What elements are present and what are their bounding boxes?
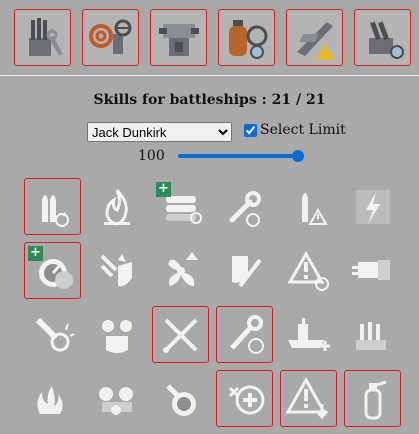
category-aa-button[interactable] xyxy=(14,9,71,66)
skill-turrets-shield-button[interactable] xyxy=(88,306,145,363)
category-damage-control-button[interactable] xyxy=(82,9,139,66)
skill-wrench-gauge-button[interactable] xyxy=(216,306,273,363)
page-title: Skills for battleships : 21 / 21 xyxy=(93,92,326,108)
skill-lightning-button[interactable] xyxy=(344,178,401,235)
skill-shell-warning-button[interactable] xyxy=(280,178,337,235)
plus-badge-icon: + xyxy=(156,182,171,197)
select-limit-checkbox[interactable] xyxy=(244,123,257,137)
skill-guns-turret-button[interactable] xyxy=(344,306,401,363)
divider xyxy=(0,75,419,76)
skill-torpedo-tubes-button[interactable]: + xyxy=(152,178,209,235)
select-limit-label: Select Limit xyxy=(260,122,346,138)
skill-warning-crosshair-button[interactable] xyxy=(280,242,337,299)
tank-gauge-icon xyxy=(228,19,267,59)
commander-select[interactable]: Jack Dunkirk xyxy=(87,122,232,142)
shell-explosion-icon xyxy=(35,317,74,351)
turret-crosshair-icon xyxy=(165,383,196,416)
guns-turret-icon xyxy=(355,321,386,350)
skill-explosion-shield-button[interactable] xyxy=(88,242,145,299)
select-limit-toggle[interactable]: Select Limit xyxy=(244,122,346,138)
skill-turret-barrel-button[interactable] xyxy=(344,242,401,299)
explosion-shield-icon xyxy=(100,253,132,286)
category-main-battery-button[interactable] xyxy=(150,9,207,66)
category-engine-button[interactable] xyxy=(218,9,275,66)
skill-warning-down-button[interactable] xyxy=(280,370,337,427)
aa-gun-wrench-icon xyxy=(28,17,63,56)
category-artillery-button[interactable] xyxy=(354,9,411,66)
skill-turret-crosshair-button[interactable] xyxy=(152,370,209,427)
skill-shield-wrench-button[interactable] xyxy=(216,242,273,299)
warning-down-icon xyxy=(284,376,328,419)
shell-warning-icon xyxy=(301,192,328,225)
slider-track xyxy=(178,154,304,158)
wrench-gauge-icon xyxy=(229,314,264,354)
category-bar xyxy=(0,0,419,72)
plus-badge-icon: + xyxy=(28,246,43,261)
points-slider[interactable] xyxy=(178,150,304,162)
extinguisher-icon xyxy=(364,380,386,419)
skill-propeller-up-button[interactable] xyxy=(152,242,209,299)
shield-wrench-icon xyxy=(231,255,262,287)
skill-fire-button[interactable] xyxy=(88,178,145,235)
wrench-reload-icon xyxy=(229,190,261,227)
skill-repair-plus-button[interactable] xyxy=(216,370,273,427)
skill-gauge-dial-button[interactable]: + xyxy=(24,242,81,299)
skill-extinguisher-button[interactable] xyxy=(344,370,401,427)
lightning-icon xyxy=(355,189,390,224)
fire-icon xyxy=(103,188,130,226)
turret-machinery-icon xyxy=(158,23,199,56)
crossed-tools-icon xyxy=(162,318,197,353)
shells-reload-icon xyxy=(41,194,69,227)
skill-shell-explosion-button[interactable] xyxy=(24,306,81,363)
gun-turret-icon xyxy=(368,21,404,59)
points-value: 100 xyxy=(138,148,165,164)
repair-plus-icon xyxy=(228,385,264,414)
turrets-shield-icon xyxy=(101,319,132,353)
slider-thumb[interactable] xyxy=(292,150,304,162)
skill-battleship-plus-button[interactable] xyxy=(280,306,337,363)
warning-crosshair-icon xyxy=(286,250,329,291)
skill-flames-button[interactable] xyxy=(24,370,81,427)
flames-icon xyxy=(36,385,63,414)
skill-wrench-reload-button[interactable] xyxy=(216,178,273,235)
propeller-up-icon xyxy=(167,251,198,286)
battleship-plus-icon xyxy=(287,317,330,351)
skill-shells-reload-button[interactable] xyxy=(24,178,81,235)
category-aircraft-button[interactable] xyxy=(286,9,343,66)
turrets-row-icon xyxy=(98,386,133,415)
hose-valve-icon xyxy=(88,19,131,54)
skill-crossed-tools-button[interactable] xyxy=(152,306,209,363)
skill-turrets-row-button[interactable] xyxy=(88,370,145,427)
plane-warning-icon xyxy=(296,21,335,60)
turret-barrel-icon xyxy=(351,259,390,280)
